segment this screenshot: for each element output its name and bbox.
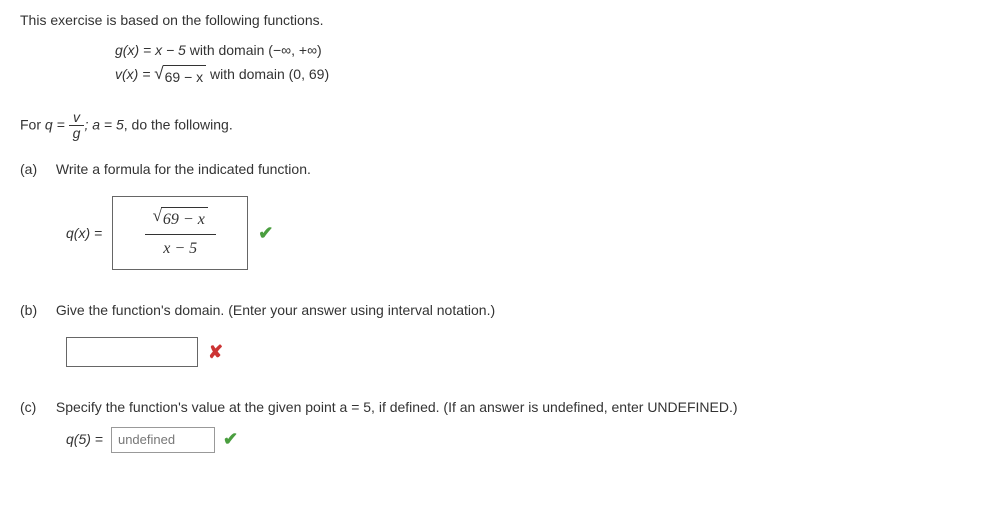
v-function: v(x) = √69 − x with domain (0, 69): [115, 63, 982, 90]
part-c: (c) Specify the function's value at the …: [20, 397, 982, 453]
sqrt-icon: √69 − x: [154, 65, 206, 90]
q5-label: q(5) =: [66, 429, 103, 450]
frac-denominator: g: [69, 126, 85, 141]
functions-definitions: g(x) = x − 5 with domain (−∞, +∞) v(x) =…: [115, 39, 982, 90]
part-b-answer-row: ✘: [66, 337, 982, 367]
answer-den: x − 5: [145, 235, 216, 263]
prompt-prefix: For: [20, 116, 45, 132]
check-icon: ✔: [223, 426, 238, 453]
part-a: (a) Write a formula for the indicated fu…: [20, 159, 982, 270]
part-b-answer-input[interactable]: [66, 337, 198, 367]
part-a-text: Write a formula for the indicated functi…: [56, 159, 311, 180]
check-icon: ✔: [258, 220, 273, 247]
a-equals: ; a = 5: [84, 116, 123, 132]
cross-icon: ✘: [208, 339, 223, 366]
answer-fraction: √69 − x x − 5: [145, 203, 216, 263]
part-a-answer-row: q(x) = √69 − x x − 5 ✔: [66, 196, 982, 270]
fraction-v-over-g: v g: [69, 110, 85, 142]
part-c-label: (c): [20, 397, 52, 418]
v-sqrt-body: 69 − x: [163, 65, 207, 90]
g-function: g(x) = x − 5 with domain (−∞, +∞): [115, 39, 982, 63]
g-domain: with domain (−∞, +∞): [186, 42, 322, 58]
sqrt-icon: √69 − x: [153, 207, 208, 232]
qx-label: q(x) =: [66, 223, 102, 244]
part-b: (b) Give the function's domain. (Enter y…: [20, 300, 982, 367]
v-domain: with domain (0, 69): [206, 66, 329, 82]
part-c-answer-input[interactable]: undefined: [111, 427, 215, 453]
answer-num-sqrt: 69 − x: [161, 207, 208, 232]
part-c-answer-row: q(5) = undefined ✔: [66, 426, 982, 453]
v-left: v(x) =: [115, 66, 154, 82]
part-c-text: Specify the function's value at the give…: [56, 397, 738, 418]
part-b-label: (b): [20, 300, 52, 321]
g-formula: g(x) = x − 5: [115, 42, 186, 58]
intro-text: This exercise is based on the following …: [20, 10, 982, 31]
prompt-line: For q = v g ; a = 5, do the following.: [20, 110, 982, 142]
part-b-text: Give the function's domain. (Enter your …: [56, 300, 495, 321]
q-eq: q =: [45, 116, 69, 132]
prompt-suffix: , do the following.: [124, 116, 233, 132]
part-a-label: (a): [20, 159, 52, 180]
frac-numerator: v: [69, 110, 85, 126]
part-a-answer-input[interactable]: √69 − x x − 5: [112, 196, 248, 270]
